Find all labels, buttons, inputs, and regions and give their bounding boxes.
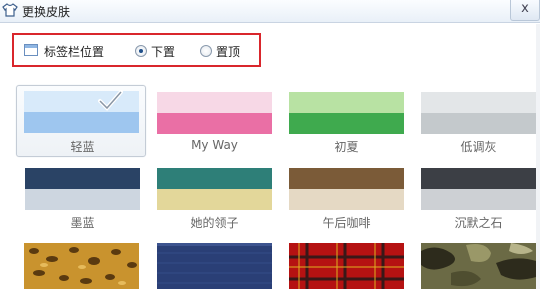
window-title: 更换皮肤 (22, 5, 71, 19)
skin-swatch (289, 92, 404, 134)
skin-name: 沉默之石 (454, 216, 503, 230)
swatch-bottom (289, 113, 404, 134)
skin-name: 她的领子 (190, 216, 239, 230)
radio-bottom-label[interactable]: 下置 (151, 43, 175, 60)
swatch-bottom (25, 189, 140, 210)
swatch-top (157, 92, 272, 113)
close-button[interactable]: x (510, 0, 540, 21)
title-bar: 更换皮肤 x (0, 0, 540, 23)
tab-position-panel: 标签栏位置 下置 置顶 (12, 33, 261, 67)
swatch-top (157, 168, 272, 189)
checkmark-icon (98, 90, 123, 111)
skin-swatch (289, 168, 404, 210)
swatch-top (421, 168, 536, 189)
swatch-bottom (24, 112, 139, 133)
tab-position-label: 标签栏位置 (44, 45, 105, 59)
skin-pattern-navy[interactable] (157, 243, 272, 289)
skin-tile[interactable]: 低调灰 (413, 86, 536, 158)
swatch-top (289, 168, 404, 189)
skin-pattern-camo[interactable] (421, 243, 536, 289)
swatch-bottom (157, 189, 272, 210)
swatch-bottom (421, 113, 536, 134)
radio-top-label[interactable]: 置顶 (216, 43, 240, 60)
skin-tile[interactable]: 午后咖啡 (281, 162, 404, 234)
skin-swatch (25, 168, 140, 210)
skin-swatch (157, 168, 272, 210)
swatch-bottom (421, 189, 536, 210)
skin-swatch (421, 92, 536, 134)
skin-tile[interactable]: 初夏 (281, 86, 404, 158)
skin-tile[interactable]: 墨蓝 (17, 162, 140, 234)
swatch-top (289, 92, 404, 113)
swatch-bottom (289, 189, 404, 210)
skin-name: 轻蓝 (70, 140, 95, 154)
skin-name: 低调灰 (460, 140, 497, 154)
skin-pattern-leopard[interactable] (24, 243, 139, 289)
skin-swatch (157, 92, 272, 134)
radio-bottom[interactable] (135, 45, 147, 57)
shirt-icon (2, 3, 18, 17)
swatch-bottom (157, 113, 272, 134)
skin-tile[interactable]: 沉默之石 (413, 162, 536, 234)
skin-name: 初夏 (334, 140, 359, 154)
tab-bar-icon (24, 44, 38, 56)
skin-tile[interactable]: 她的领子 (149, 162, 272, 234)
skin-name: My Way (191, 138, 238, 152)
swatch-top (25, 168, 140, 189)
radio-top[interactable] (200, 45, 212, 57)
swatch-top (421, 92, 536, 113)
skin-name: 午后咖啡 (322, 216, 371, 230)
skin-tile[interactable]: 轻蓝 (16, 85, 146, 157)
skin-swatch (421, 168, 536, 210)
skin-pattern-plaid[interactable] (289, 243, 404, 289)
scrollbar-track[interactable] (536, 24, 540, 289)
skin-name: 墨蓝 (70, 216, 95, 230)
skin-tile[interactable]: My Way (149, 86, 272, 158)
